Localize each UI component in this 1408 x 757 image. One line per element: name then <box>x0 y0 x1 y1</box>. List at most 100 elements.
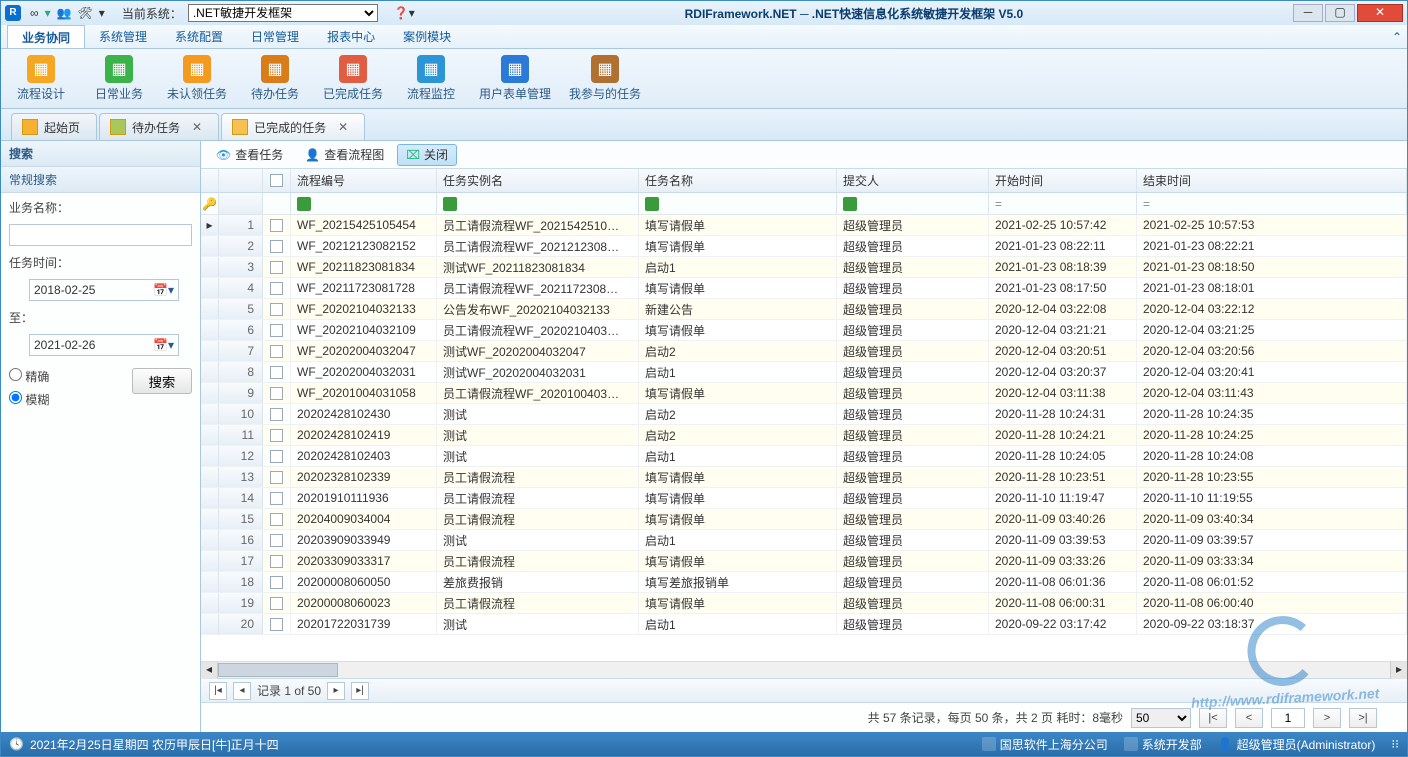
nav-last[interactable]: ▸| <box>351 682 369 700</box>
table-row[interactable]: 13 20202328102339 员工请假流程 填写请假单 超级管理员 202… <box>201 467 1407 488</box>
menu-item[interactable]: 日常管理 <box>237 25 313 48</box>
table-row[interactable]: 19 20200008060023 员工请假流程 填写请假单 超级管理员 202… <box>201 593 1407 614</box>
row-checkbox[interactable] <box>270 513 283 526</box>
nav-first[interactable]: |◂ <box>209 682 227 700</box>
row-checkbox[interactable] <box>270 219 283 232</box>
table-row[interactable]: 9 WF_20201004031058 员工请假流程WF_2020100403…… <box>201 383 1407 404</box>
date-to-input[interactable]: 2021-02-26📅▾ <box>29 334 179 356</box>
table-row[interactable]: 12 20202428102403 测试 启动1 超级管理员 2020-11-2… <box>201 446 1407 467</box>
col-start[interactable]: 开始时间 <box>989 169 1137 192</box>
tab-close-icon[interactable]: ✕ <box>192 120 202 134</box>
name-input[interactable] <box>9 224 192 246</box>
table-row[interactable]: 18 20200008060050 差旅费报销 填写差旅报销单 超级管理员 20… <box>201 572 1407 593</box>
ribbon-button[interactable]: ▦我参与的任务 <box>569 55 641 102</box>
ribbon-button[interactable]: ▦已完成任务 <box>323 55 383 102</box>
row-checkbox[interactable] <box>270 408 283 421</box>
table-row[interactable]: 7 WF_20202004032047 测试WF_20202004032047 … <box>201 341 1407 362</box>
quick-icons[interactable]: ∞▾👥🛠▾ <box>27 6 108 20</box>
page-prev[interactable]: < <box>1235 708 1263 728</box>
col-end[interactable]: 结束时间 <box>1137 169 1407 192</box>
table-row[interactable]: 11 20202428102419 测试 启动2 超级管理员 2020-11-2… <box>201 425 1407 446</box>
menu-item[interactable]: 系统配置 <box>161 25 237 48</box>
row-checkbox[interactable] <box>270 555 283 568</box>
row-checkbox[interactable] <box>270 366 283 379</box>
table-row[interactable]: ▸ 1 WF_20215425105454 员工请假流程WF_202154251… <box>201 215 1407 236</box>
filter-icon[interactable] <box>297 197 311 211</box>
filter-icon[interactable] <box>843 197 857 211</box>
row-checkbox[interactable] <box>270 534 283 547</box>
row-checkbox[interactable] <box>270 387 283 400</box>
ribbon-button[interactable]: ▦用户表单管理 <box>479 55 551 102</box>
radio-fuzzy[interactable]: 模糊 <box>9 391 49 408</box>
search-button[interactable]: 搜索 <box>132 368 192 394</box>
col-task[interactable]: 任务名称 <box>639 169 837 192</box>
horizontal-scrollbar[interactable]: ◂▸ <box>201 661 1407 678</box>
row-checkbox[interactable] <box>270 261 283 274</box>
row-checkbox[interactable] <box>270 345 283 358</box>
table-row[interactable]: 5 WF_20202104032133 公告发布WF_2020210403213… <box>201 299 1407 320</box>
status-menu-icon[interactable]: ⁝⁝ <box>1391 737 1399 751</box>
select-all-checkbox[interactable] <box>270 174 283 187</box>
nav-next[interactable]: ▸ <box>327 682 345 700</box>
current-system-select[interactable]: .NET敏捷开发框架 <box>188 4 378 22</box>
col-submitter[interactable]: 提交人 <box>837 169 989 192</box>
tab-close-icon[interactable]: ✕ <box>338 120 348 134</box>
tab[interactable]: 起始页 <box>11 113 97 140</box>
row-checkbox[interactable] <box>270 324 283 337</box>
maximize-button[interactable]: ▢ <box>1325 4 1355 22</box>
col-instance[interactable]: 任务实例名 <box>437 169 639 192</box>
grid-body[interactable]: ▸ 1 WF_20215425105454 员工请假流程WF_202154251… <box>201 215 1407 661</box>
tab[interactable]: 已完成的任务✕ <box>221 113 365 140</box>
minimize-button[interactable]: ─ <box>1293 4 1323 22</box>
menu-item[interactable]: 案例模块 <box>389 25 465 48</box>
row-checkbox[interactable] <box>270 576 283 589</box>
row-checkbox[interactable] <box>270 471 283 484</box>
table-row[interactable]: 3 WF_20211823081834 测试WF_20211823081834 … <box>201 257 1407 278</box>
ribbon-button[interactable]: ▦未认领任务 <box>167 55 227 102</box>
date-from-input[interactable]: 2018-02-25📅▾ <box>29 279 179 301</box>
table-row[interactable]: 15 20204009034004 员工请假流程 填写请假单 超级管理员 202… <box>201 509 1407 530</box>
page-size-select[interactable]: 50 <box>1131 708 1191 728</box>
filter-eq[interactable]: = <box>989 193 1137 214</box>
row-checkbox[interactable] <box>270 618 283 631</box>
nav-prev[interactable]: ◂ <box>233 682 251 700</box>
help-icon[interactable]: ❓▾ <box>394 6 415 20</box>
row-checkbox[interactable] <box>270 303 283 316</box>
view-task-button[interactable]: 👁查看任务 <box>207 144 292 166</box>
close-button[interactable]: ✕ <box>1357 4 1403 22</box>
ribbon-button[interactable]: ▦流程监控 <box>401 55 461 102</box>
page-input[interactable] <box>1271 708 1305 728</box>
table-row[interactable]: 20 20201722031739 测试 启动1 超级管理员 2020-09-2… <box>201 614 1407 635</box>
table-row[interactable]: 8 WF_20202004032031 测试WF_20202004032031 … <box>201 362 1407 383</box>
table-row[interactable]: 10 20202428102430 测试 启动2 超级管理员 2020-11-2… <box>201 404 1407 425</box>
row-checkbox[interactable] <box>270 282 283 295</box>
filter-icon[interactable] <box>443 197 457 211</box>
menu-item[interactable]: 报表中心 <box>313 25 389 48</box>
close-tab-button[interactable]: ⌧关闭 <box>397 144 457 166</box>
page-last[interactable]: >| <box>1349 708 1377 728</box>
row-checkbox[interactable] <box>270 240 283 253</box>
view-flow-button[interactable]: 👤查看流程图 <box>296 144 393 166</box>
radio-exact[interactable]: 精确 <box>9 368 49 385</box>
menu-item[interactable]: 业务协同 <box>7 25 85 48</box>
menu-item[interactable]: 系统管理 <box>85 25 161 48</box>
table-row[interactable]: 14 20201910111936 员工请假流程 填写请假单 超级管理员 202… <box>201 488 1407 509</box>
ribbon-button[interactable]: ▦日常业务 <box>89 55 149 102</box>
table-row[interactable]: 6 WF_20202104032109 员工请假流程WF_2020210403…… <box>201 320 1407 341</box>
filter-eq[interactable]: = <box>1137 193 1407 214</box>
table-row[interactable]: 16 20203909033949 测试 启动1 超级管理员 2020-11-0… <box>201 530 1407 551</box>
ribbon-button[interactable]: ▦流程设计 <box>11 55 71 102</box>
row-checkbox[interactable] <box>270 597 283 610</box>
row-checkbox[interactable] <box>270 450 283 463</box>
row-checkbox[interactable] <box>270 429 283 442</box>
table-row[interactable]: 4 WF_20211723081728 员工请假流程WF_2021172308…… <box>201 278 1407 299</box>
table-row[interactable]: 17 20203309033317 员工请假流程 填写请假单 超级管理员 202… <box>201 551 1407 572</box>
page-first[interactable]: |< <box>1199 708 1227 728</box>
tab[interactable]: 待办任务✕ <box>99 113 219 140</box>
row-checkbox[interactable] <box>270 492 283 505</box>
ribbon-toggle-icon[interactable]: ⌃ <box>1387 25 1407 48</box>
ribbon-button[interactable]: ▦待办任务 <box>245 55 305 102</box>
table-row[interactable]: 2 WF_20212123082152 员工请假流程WF_2021212308…… <box>201 236 1407 257</box>
page-next[interactable]: > <box>1313 708 1341 728</box>
filter-icon[interactable] <box>645 197 659 211</box>
